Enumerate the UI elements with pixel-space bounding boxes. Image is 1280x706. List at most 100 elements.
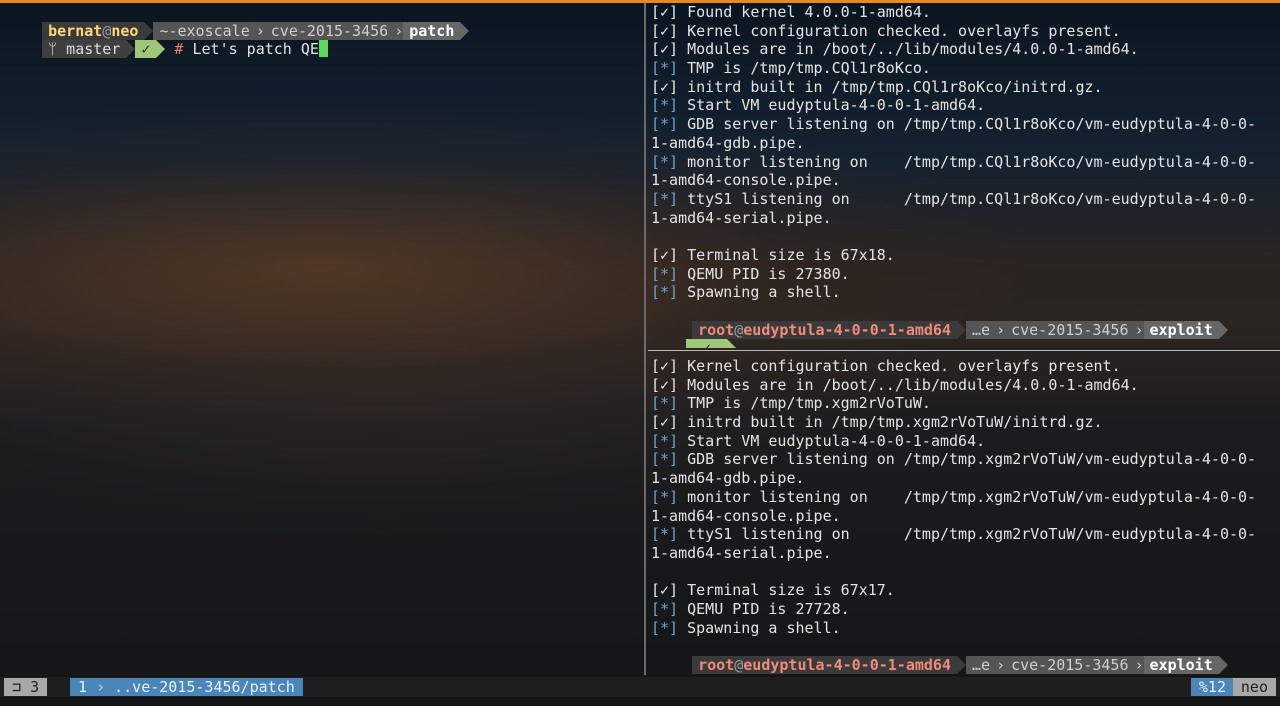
output-text: Terminal size is 67x17. bbox=[678, 581, 895, 600]
output-line: [*] QEMU PID is 27728. bbox=[648, 600, 1280, 619]
branch-icon: ᛘ bbox=[48, 40, 58, 59]
prompt-path-segment: …e bbox=[966, 656, 997, 675]
powerline-separator-icon bbox=[957, 320, 966, 339]
host-badge: neo bbox=[1232, 678, 1276, 696]
output-line: 1-amd64-serial.pipe. bbox=[648, 544, 1280, 563]
exit-status-ok: ✓ bbox=[135, 40, 157, 59]
output-line: [*] Spawning a shell. bbox=[648, 619, 1280, 638]
window-indicator[interactable]: ⊐ 3 bbox=[4, 678, 48, 696]
output-line: [✓] Modules are in /boot/../lib/modules/… bbox=[648, 40, 1280, 59]
left-terminal-pane[interactable]: bernat@neo ~-exoscale › cve-2015-3456 › patch… bbox=[0, 3, 644, 675]
right-bottom-prompt-line-1: root@eudyptula-4-0-0-1-amd64 …e › cve-2015-… bbox=[648, 637, 1280, 675]
output-text: 1-amd64-serial.pipe. bbox=[651, 208, 832, 227]
info-marker: [*] bbox=[651, 264, 679, 283]
output-text: Start VM eudyptula-4-0-0-1-amd64. bbox=[678, 431, 986, 450]
info-marker: [*] bbox=[651, 59, 679, 78]
chevron-right-icon: › bbox=[996, 656, 1006, 675]
output-text: monitor listening on /tmp/tmp.xgm2rVoTuW… bbox=[678, 487, 1257, 506]
output-line: [*] ttyS1 listening on /tmp/tmp.CQl1r8oK… bbox=[648, 190, 1280, 209]
right-bottom-output: [✓] Kernel configuration checked. overla… bbox=[648, 357, 1280, 637]
prompt-path-segment: cve-2015-3456 bbox=[264, 21, 395, 40]
output-text: 1-amd64-console.pipe. bbox=[651, 506, 841, 525]
powerline-separator-icon bbox=[727, 339, 737, 348]
prompt-path-current: exploit bbox=[1143, 320, 1219, 339]
pane-indicator[interactable]: 1 › ..ve-2015-3456/patch bbox=[70, 678, 303, 696]
powerline-separator-icon bbox=[126, 40, 136, 59]
output-text: 1-amd64-console.pipe. bbox=[651, 171, 841, 190]
prompt-root-host: root@eudyptula-4-0-0-1-amd64 bbox=[692, 320, 957, 339]
output-line: [✓] Kernel configuration checked. overla… bbox=[648, 357, 1280, 376]
output-text: 1-amd64-serial.pipe. bbox=[651, 543, 832, 562]
window-icon: ⊐ bbox=[12, 678, 22, 696]
info-marker: [*] bbox=[651, 525, 679, 544]
chevron-right-icon: › bbox=[96, 678, 106, 696]
info-marker: [*] bbox=[651, 450, 679, 469]
output-line: [*] Start VM eudyptula-4-0-0-1-amd64. bbox=[648, 432, 1280, 451]
chevron-right-icon: › bbox=[255, 21, 265, 40]
output-line: [✓] initrd built in /tmp/tmp.CQl1r8oKco/… bbox=[648, 78, 1280, 97]
info-marker: [*] bbox=[651, 115, 679, 134]
powerline-separator-icon bbox=[1218, 320, 1228, 339]
output-line: 1-amd64-console.pipe. bbox=[648, 171, 1280, 190]
output-text: monitor listening on /tmp/tmp.CQl1r8oKco… bbox=[678, 152, 1257, 171]
right-top-terminal-pane[interactable]: [✓] Found kernel 4.0.0-1-amd64. [✓] Kerne… bbox=[648, 3, 1280, 348]
ok-marker: [✓] bbox=[651, 357, 679, 375]
output-line: [✓] Terminal size is 67x18. bbox=[648, 246, 1280, 265]
right-bottom-terminal-pane[interactable]: [✓] Kernel configuration checked. overla… bbox=[648, 357, 1280, 675]
output-line: [✓] Kernel configuration checked. overla… bbox=[648, 22, 1280, 41]
comment-hash: # bbox=[174, 40, 184, 59]
output-text: Spawning a shell. bbox=[678, 283, 841, 302]
output-text: Spawning a shell. bbox=[678, 618, 841, 637]
chevron-right-icon: › bbox=[1134, 656, 1144, 675]
prompt-path-current: patch bbox=[403, 21, 461, 40]
output-text: Kernel configuration checked. overlayfs … bbox=[678, 357, 1121, 375]
output-text: Kernel configuration checked. overlayfs … bbox=[678, 21, 1121, 40]
output-text: ttyS1 listening on /tmp/tmp.CQl1r8oKco/v… bbox=[678, 189, 1257, 208]
output-line: [*] GDB server listening on /tmp/tmp.CQl… bbox=[648, 115, 1280, 134]
output-text: QEMU PID is 27380. bbox=[678, 264, 850, 283]
right-top-prompt-line-1: root@eudyptula-4-0-0-1-amd64 …e › cve-2015-… bbox=[648, 302, 1280, 339]
left-prompt-line-1: bernat@neo ~-exoscale › cve-2015-3456 › patch bbox=[0, 3, 644, 40]
output-text: QEMU PID is 27728. bbox=[678, 599, 850, 618]
pane-id-badge: %12 bbox=[1190, 678, 1234, 696]
output-text: TMP is /tmp/tmp.xgm2rVoTuW. bbox=[678, 394, 931, 413]
info-marker: [*] bbox=[651, 618, 679, 637]
horizontal-pane-divider[interactable] bbox=[648, 350, 1280, 351]
output-line: [✓] Terminal size is 67x17. bbox=[648, 581, 1280, 600]
output-text: TMP is /tmp/tmp.CQl1r8oKco. bbox=[678, 59, 931, 78]
output-text: initrd built in /tmp/tmp.xgm2rVoTuW/init… bbox=[678, 413, 1103, 432]
info-marker: [*] bbox=[651, 394, 679, 413]
terminal-cursor bbox=[318, 40, 328, 58]
tmux-status-bar: ⊐ 3 1 › ..ve-2015-3456/patch %12 neo bbox=[0, 677, 1280, 697]
output-text: Modules are in /boot/../lib/modules/4.0.… bbox=[678, 40, 1139, 59]
powerline-separator-icon bbox=[460, 21, 470, 40]
ok-marker: [✓] bbox=[651, 40, 679, 59]
output-text: GDB server listening on /tmp/tmp.xgm2rVo… bbox=[678, 450, 1257, 469]
ok-marker: [✓] bbox=[651, 3, 679, 21]
output-line: [*] GDB server listening on /tmp/tmp.xgm… bbox=[648, 450, 1280, 469]
output-line: 1-amd64-serial.pipe. bbox=[648, 209, 1280, 228]
output-text: Modules are in /boot/../lib/modules/4.0.… bbox=[678, 375, 1139, 394]
typed-command[interactable]: Let's patch QE bbox=[192, 40, 318, 58]
output-line: [*] TMP is /tmp/tmp.xgm2rVoTuW. bbox=[648, 394, 1280, 413]
chevron-right-icon: › bbox=[394, 21, 404, 40]
vertical-pane-divider[interactable] bbox=[644, 3, 646, 675]
output-line: 1-amd64-console.pipe. bbox=[648, 507, 1280, 526]
output-text: Found kernel 4.0.0-1-amd64. bbox=[678, 3, 931, 21]
output-text: 1-amd64-gdb.pipe. bbox=[651, 133, 805, 152]
powerline-separator-icon bbox=[1218, 656, 1228, 675]
ok-marker: [✓] bbox=[651, 581, 679, 600]
output-text: Terminal size is 67x18. bbox=[678, 245, 895, 264]
right-top-output: [✓] Found kernel 4.0.0-1-amd64. [✓] Kerne… bbox=[648, 3, 1280, 302]
output-text: ttyS1 listening on /tmp/tmp.xgm2rVoTuW/v… bbox=[678, 525, 1257, 544]
info-marker: [*] bbox=[651, 283, 679, 302]
output-line: [*] monitor listening on /tmp/tmp.CQl1r8… bbox=[648, 153, 1280, 172]
prompt-path-current: exploit bbox=[1143, 656, 1219, 675]
output-line: [✓] Found kernel 4.0.0-1-amd64. bbox=[648, 3, 1280, 22]
chevron-right-icon: › bbox=[996, 320, 1006, 339]
output-line: [*] TMP is /tmp/tmp.CQl1r8oKco. bbox=[648, 59, 1280, 78]
output-line: [✓] initrd built in /tmp/tmp.xgm2rVoTuW/… bbox=[648, 413, 1280, 432]
output-text: initrd built in /tmp/tmp.CQl1r8oKco/init… bbox=[678, 77, 1103, 96]
powerline-separator-icon bbox=[156, 40, 166, 59]
